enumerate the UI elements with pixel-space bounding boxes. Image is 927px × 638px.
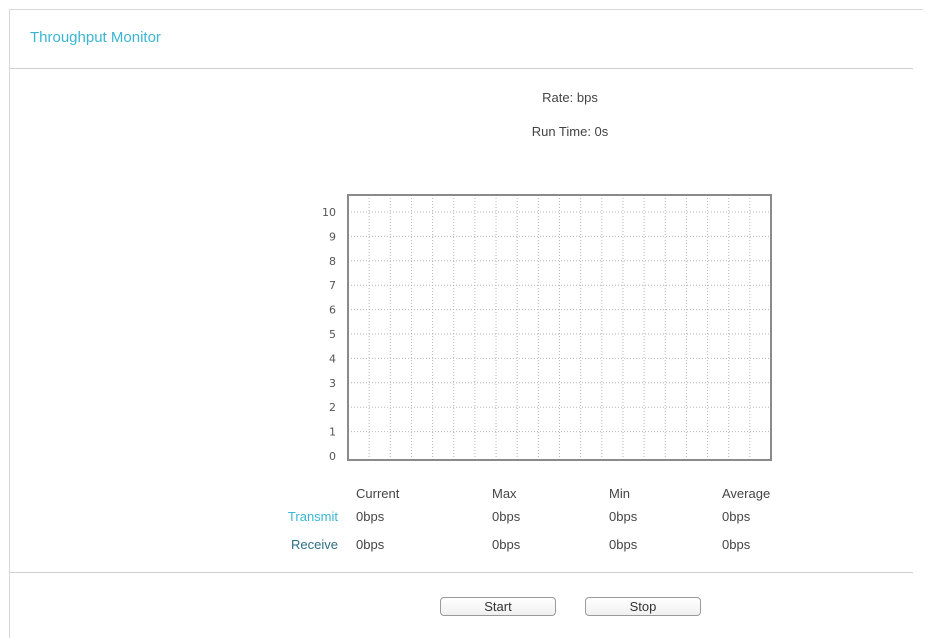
transmit-max: 0bps [492,509,521,524]
y-tick-label: 10 [322,206,336,219]
run-time-readout: Run Time: 0s [531,124,609,139]
transmit-min: 0bps [609,509,638,524]
y-tick-label: 5 [329,328,336,341]
throughput-chart: 0 1 2 3 4 5 6 7 8 9 10 [322,194,772,463]
y-tick-label: 3 [329,377,336,390]
rate-readout: Rate: bps [542,90,598,105]
stop-button[interactable]: Stop [585,597,701,616]
y-tick-label: 7 [329,279,336,292]
y-axis-ticks: 0 1 2 3 4 5 6 7 8 9 10 [322,206,336,463]
y-tick-label: 6 [329,304,336,317]
transmit-average: 0bps [722,509,751,524]
column-header-average: Average [722,486,771,501]
transmit-current: 0bps [356,509,385,524]
receive-label: Receive [291,537,338,552]
receive-max: 0bps [492,537,521,552]
y-tick-label: 1 [329,426,336,439]
y-tick-label: 0 [329,450,336,463]
receive-average: 0bps [722,537,751,552]
footer-divider [10,572,913,573]
receive-min: 0bps [609,537,638,552]
transmit-label: Transmit [287,509,338,524]
y-tick-label: 9 [329,230,336,243]
y-tick-label: 2 [329,401,336,414]
start-button[interactable]: Start [440,597,556,616]
header-divider [10,68,913,69]
chart-grid [348,195,771,460]
y-tick-label: 8 [329,255,336,268]
y-tick-label: 4 [329,352,336,365]
panel-title: Throughput Monitor [30,29,161,46]
receive-current: 0bps [356,537,385,552]
column-header-current: Current [356,486,400,501]
column-header-max: Max [492,486,517,501]
column-header-min: Min [609,486,630,501]
